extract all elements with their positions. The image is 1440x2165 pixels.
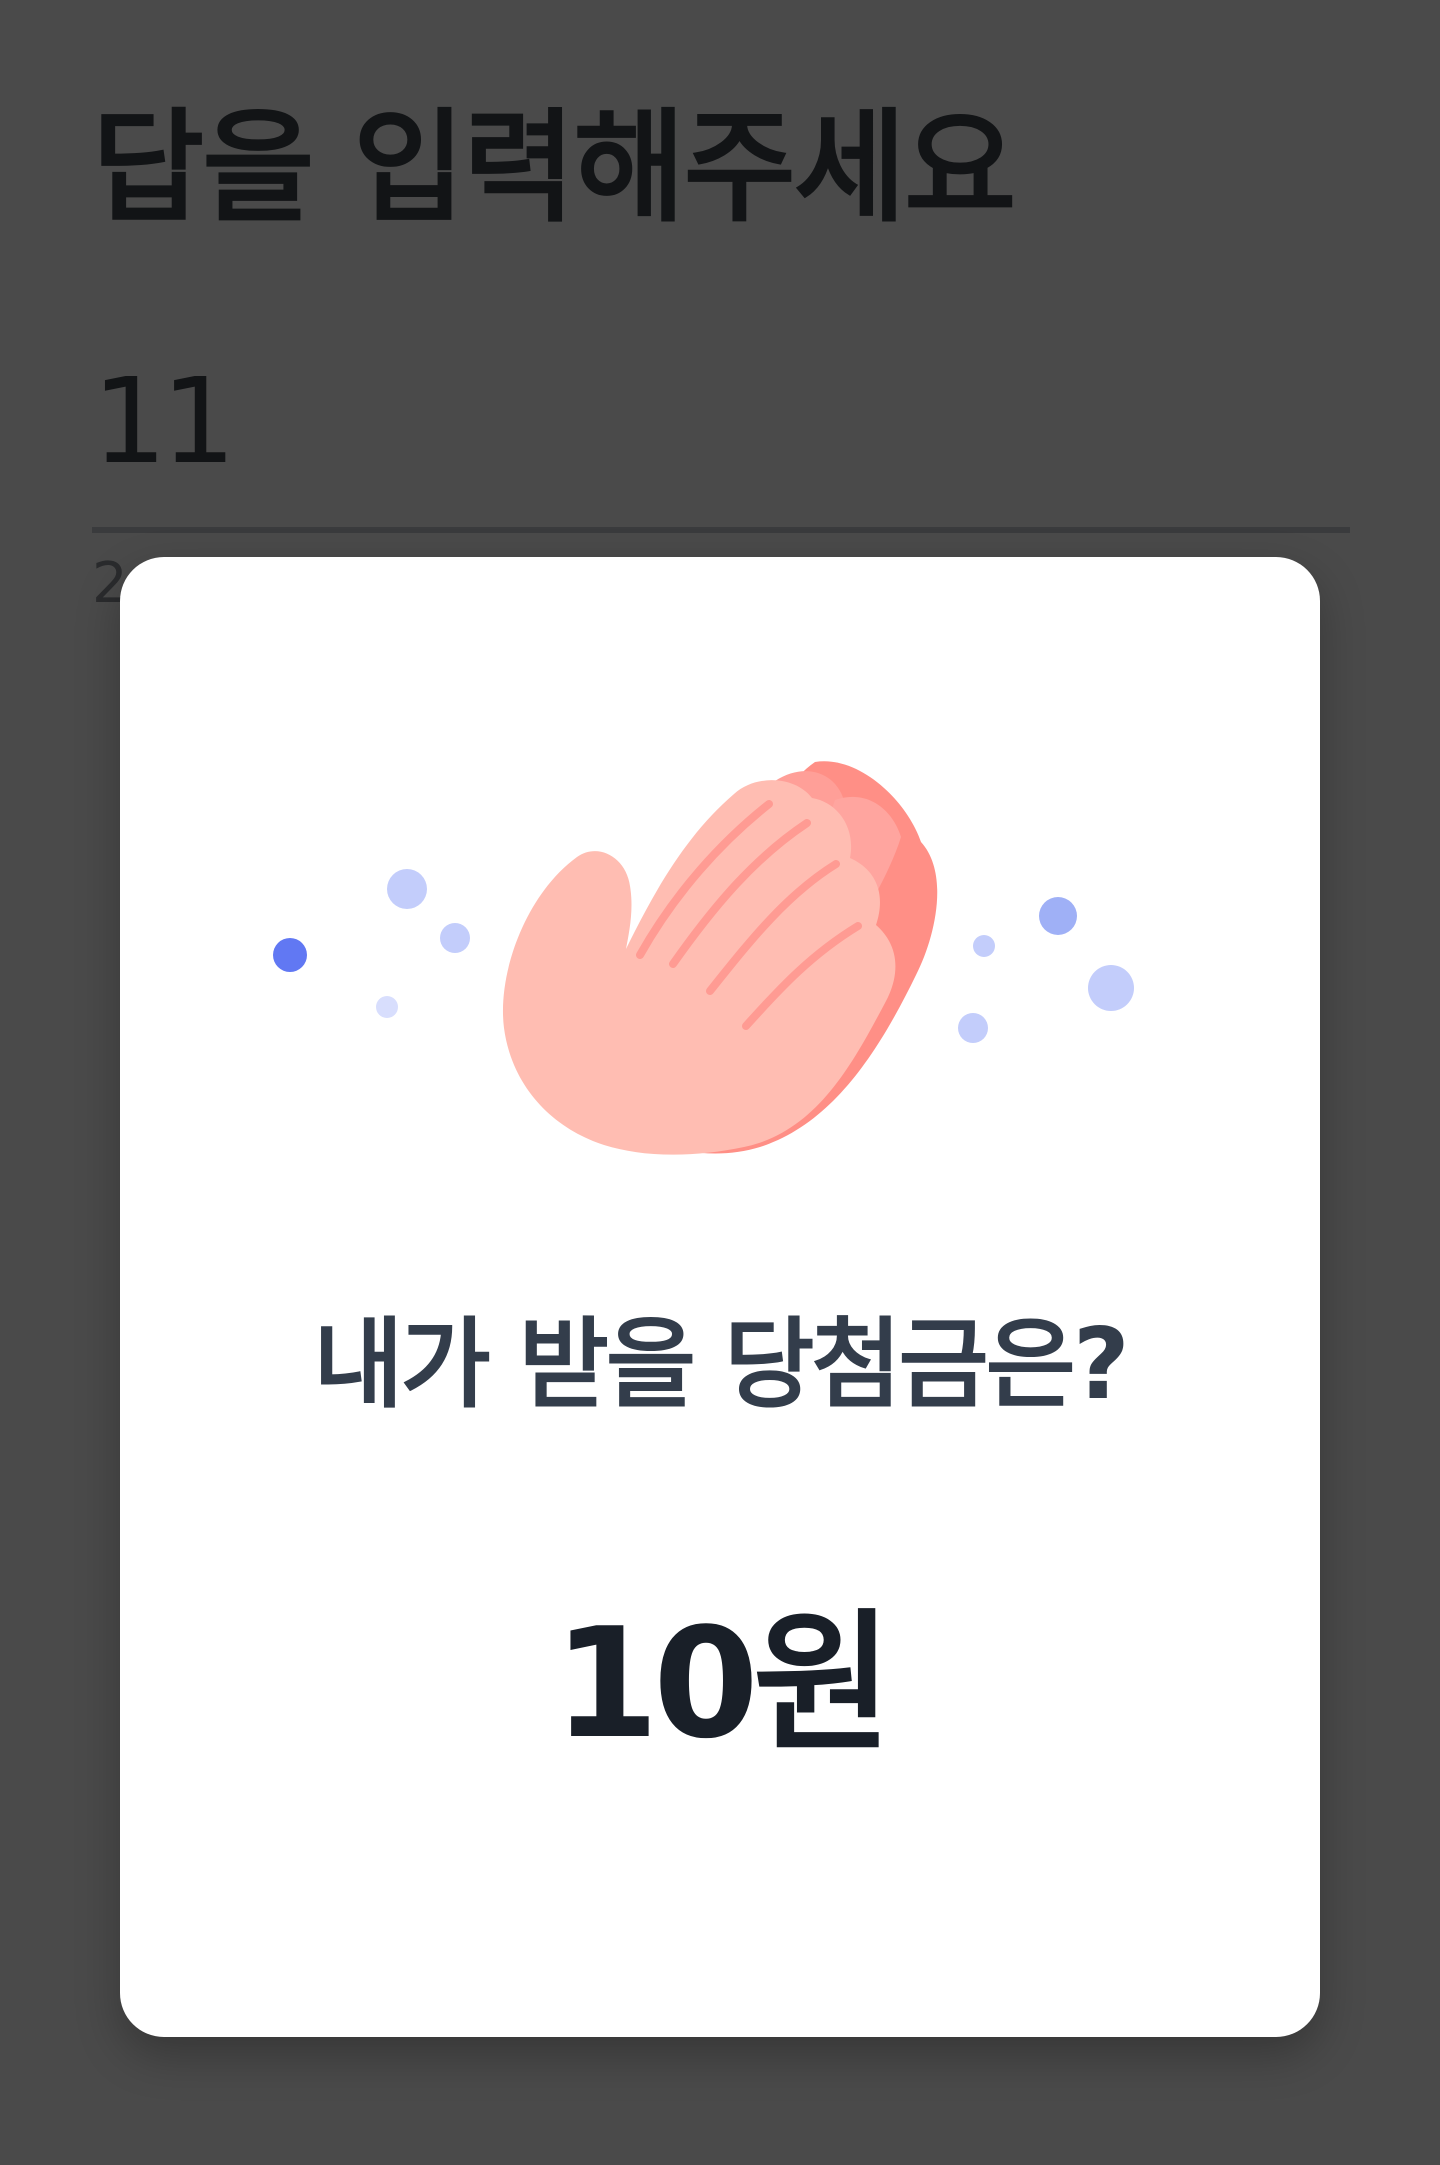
sparkle-dot-lower-right — [958, 1013, 988, 1043]
quiz-answer-screen: 답을 입력해주세요 11 2 내가 받을 당첨금은? 10원 — [0, 0, 1440, 2165]
prize-question: 내가 받을 당첨금은? — [313, 1308, 1129, 1422]
sparkle-dot-large-left — [387, 869, 427, 909]
prize-amount: 10원 — [553, 1595, 892, 1772]
sparkle-dot-small-left — [376, 996, 398, 1018]
sparkle-dot-medium-left — [440, 923, 470, 953]
clapping-hands-icon — [273, 761, 1134, 1155]
prize-result-modal: 내가 받을 당첨금은? 10원 — [120, 557, 1320, 2037]
sparkle-dot-medium-right — [1088, 965, 1134, 1011]
sparkle-dot-primary — [273, 938, 307, 972]
sparkle-dot-large-right — [1039, 897, 1077, 935]
sparkle-dot-small-right — [973, 935, 995, 957]
front-hand-shape — [502, 780, 896, 1155]
